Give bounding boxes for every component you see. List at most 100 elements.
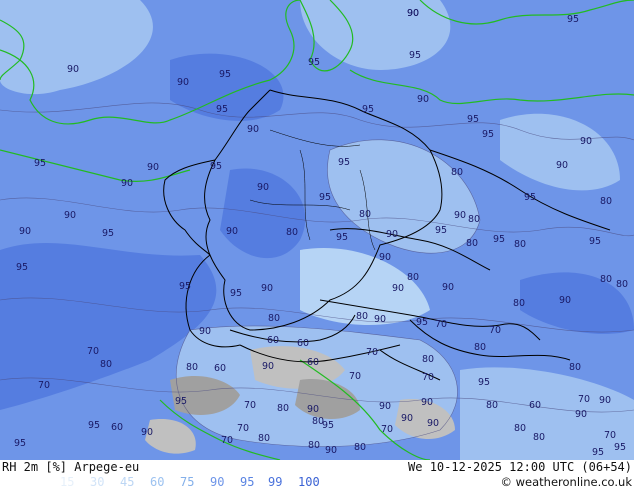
contour-label: 80	[186, 362, 198, 373]
contour-label: 60	[111, 422, 123, 433]
contour-label: 90	[421, 397, 433, 408]
contour-label: 90	[599, 395, 611, 406]
contour-label: 90	[262, 361, 274, 372]
contour-label: 90	[147, 162, 159, 173]
contour-label: 95	[592, 447, 604, 458]
contour-label: 90	[257, 182, 269, 193]
contour-label: 90	[67, 64, 79, 75]
contour-label: 90	[417, 94, 429, 105]
contour-label: 90	[556, 160, 568, 171]
legend-value-15: 15	[60, 475, 75, 489]
legend-value-45: 45	[120, 475, 135, 489]
contour-label: 95	[336, 232, 348, 243]
legend-value-30: 30	[90, 475, 105, 489]
map-timestamp: We 10-12-2025 12:00 UTC (06+54)	[408, 460, 632, 474]
map-view[interactable]: 90 95 90 95 90 95 95 95 90 95 90 95 95 90 95 90 90 95 95 90…	[0, 0, 634, 460]
legend-value-95: 95	[240, 475, 255, 489]
contour-label: 80	[474, 342, 486, 353]
contour-label: 90	[442, 282, 454, 293]
contour-label: 80	[514, 423, 526, 434]
contour-label: 95	[219, 69, 231, 80]
contour-label: 95	[230, 288, 242, 299]
contour-label: 70	[578, 394, 590, 405]
contour-label: 95	[34, 158, 46, 169]
contour-label: 70	[366, 347, 378, 358]
contour-label: 70	[422, 372, 434, 383]
contour-label: 80	[359, 209, 371, 220]
contour-label: 80	[513, 298, 525, 309]
contour-label: 60	[214, 363, 226, 374]
contour-label: 80	[451, 167, 463, 178]
contour-label: 70	[435, 319, 447, 330]
map-title: RH 2m [%] Arpege-eu	[2, 460, 140, 474]
credit-link[interactable]: © weatheronline.co.uk	[500, 475, 632, 489]
legend-value-99: 99	[268, 475, 283, 489]
contour-label: 80	[356, 311, 368, 322]
contour-label: 80	[354, 442, 366, 453]
contour-label: 95	[175, 396, 187, 407]
contour-label: 90	[386, 229, 398, 240]
contour-label: 70	[87, 346, 99, 357]
footer: RH 2m [%] Arpege-eu We 10-12-2025 12:00 …	[0, 460, 634, 490]
contour-label: 70	[604, 430, 616, 441]
contour-label: 95	[102, 228, 114, 239]
contour-label: 70	[38, 380, 50, 391]
contour-label: 80	[616, 279, 628, 290]
contour-label: 60	[307, 357, 319, 368]
contour-label: 95	[322, 420, 334, 431]
contour-label: 90	[401, 413, 413, 424]
contour-label: 80	[258, 433, 270, 444]
contour-label: 95	[308, 57, 320, 68]
contour-label: 95	[409, 50, 421, 61]
contour-label: 90	[379, 252, 391, 263]
contour-label: 95	[435, 225, 447, 236]
contour-label: 80	[569, 362, 581, 373]
contour-label: 80	[466, 238, 478, 249]
contour-label: 70	[489, 325, 501, 336]
legend-value-60: 60	[150, 475, 165, 489]
legend-value-75: 75	[180, 475, 195, 489]
contour-label: 90	[374, 314, 386, 325]
contour-label: 80	[286, 227, 298, 238]
contour-label: 70	[221, 435, 233, 446]
contour-label: 95	[338, 157, 350, 168]
contour-label: 80	[514, 239, 526, 250]
contour-label: 95	[14, 438, 26, 449]
contour-label: 90	[199, 326, 211, 337]
contour-label: 95	[567, 14, 579, 25]
contour-label: 90	[226, 226, 238, 237]
contour-label: 90	[177, 77, 189, 88]
contour-label: 90	[247, 124, 259, 135]
contour-label: 80	[468, 214, 480, 225]
legend-value-100: 100	[298, 475, 320, 489]
contour-label: 95	[319, 192, 331, 203]
contour-label: 95	[216, 104, 228, 115]
contour-label: 60	[529, 400, 541, 411]
contour-label: 95	[478, 377, 490, 388]
contour-label: 80	[533, 432, 545, 443]
contour-label: 70	[244, 400, 256, 411]
contour-label: 90	[575, 409, 587, 420]
contour-label: 95	[524, 192, 536, 203]
contour-label: 80	[100, 359, 112, 370]
contour-label: 90	[379, 401, 391, 412]
contour-label: 60	[267, 335, 279, 346]
contour-label: 95	[362, 104, 374, 115]
contour-label: 95	[614, 442, 626, 453]
contour-label: 70	[349, 371, 361, 382]
contour-label: 70	[237, 423, 249, 434]
contour-label: 80	[600, 196, 612, 207]
contour-label: 70	[381, 424, 393, 435]
contour-label: 95	[482, 129, 494, 140]
contour-label: 90	[261, 283, 273, 294]
contour-label: 90	[19, 226, 31, 237]
contour-label: 80	[600, 274, 612, 285]
legend-value-90: 90	[210, 475, 225, 489]
contour-label: 95	[179, 281, 191, 292]
contour-label: 90	[427, 418, 439, 429]
contour-label: 95	[467, 114, 479, 125]
contour-label: 90	[392, 283, 404, 294]
contour-label: 90	[121, 178, 133, 189]
contour-label: 95	[589, 236, 601, 247]
contour-label: 90	[307, 404, 319, 415]
